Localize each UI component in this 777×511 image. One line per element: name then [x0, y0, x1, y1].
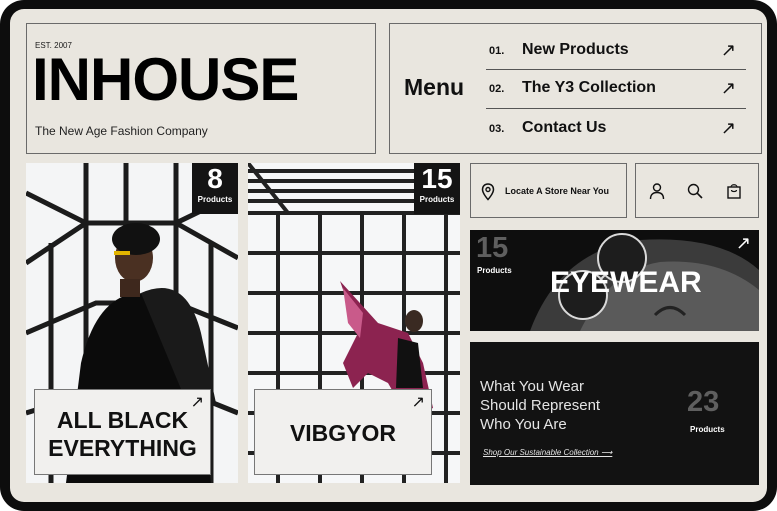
eyewear-count: 15	[476, 232, 509, 264]
product-count-badge: 8 Products	[192, 163, 238, 214]
slogan-line: What You Wear	[480, 378, 584, 395]
menu-item-number: 01.	[489, 45, 505, 57]
menu-item-number: 03.	[489, 123, 505, 135]
device-frame: EST. 2007 INHOUSE The New Age Fashion Co…	[0, 0, 777, 511]
sustainable-collection-panel: What You Wear Should Represent Who You A…	[470, 342, 759, 485]
store-locator-button[interactable]: Locate A Store Near You	[470, 163, 627, 218]
menu-label: Menu	[404, 74, 465, 100]
caption-title: VIBGYOR	[289, 420, 397, 446]
menu-item-label: New Products	[522, 41, 629, 58]
slogan-line: Should Represent	[480, 397, 601, 414]
product-count-label: Products	[197, 195, 233, 204]
arrow-up-right-icon: ↗	[735, 233, 751, 253]
menu-item-y3-collection[interactable]: 02. The Y3 Collection ↗	[486, 70, 746, 108]
shopping-bag-icon[interactable]	[725, 182, 743, 200]
caption-line: ALL BLACK	[56, 407, 189, 433]
arrow-up-right-icon: ↗	[411, 394, 425, 411]
header-icons-panel	[635, 163, 759, 218]
arrow-up-right-icon: ↗	[720, 118, 736, 138]
sustainable-count-label: Products	[690, 425, 725, 434]
menu-item-number: 02.	[489, 83, 505, 95]
vibgyor-card[interactable]: 15 Products ↗ VIBGYOR	[248, 163, 460, 483]
brand-panel: EST. 2007 INHOUSE The New Age Fashion Co…	[26, 23, 376, 154]
menu-item-new-products[interactable]: 01. New Products ↗	[486, 32, 746, 70]
product-count-badge: 15 Products	[414, 163, 460, 214]
eyewear-count-label: Products	[477, 266, 512, 275]
sustainable-count: 23	[687, 386, 720, 418]
product-count-label: Products	[419, 195, 455, 204]
caption-line: EVERYTHING	[48, 435, 197, 461]
product-count: 8	[207, 163, 223, 194]
sustainable-collection-link[interactable]: Shop Our Sustainable Collection ⟶	[483, 448, 612, 457]
search-icon[interactable]	[686, 182, 704, 200]
store-locator-label: Locate A Store Near You	[505, 186, 610, 196]
slogan-line: Who You Are	[480, 416, 567, 433]
menu-item-contact-us[interactable]: 03. Contact Us ↗	[486, 110, 746, 148]
arrow-up-right-icon: ↗	[720, 78, 736, 98]
user-icon[interactable]	[648, 182, 666, 200]
arrow-up-right-icon: ↗	[720, 40, 736, 60]
eyewear-title: EYEWEAR	[550, 266, 702, 299]
page: EST. 2007 INHOUSE The New Age Fashion Co…	[10, 9, 767, 502]
menu-divider	[486, 108, 746, 109]
menu-panel: Menu 01. New Products ↗ 02. The Y3 Colle…	[389, 23, 762, 154]
menu-item-label: The Y3 Collection	[522, 79, 656, 96]
menu-item-label: Contact Us	[522, 119, 607, 136]
eyewear-banner[interactable]: 15 Products EYEWEAR ↗	[470, 230, 759, 331]
arrow-up-right-icon: ↗	[190, 394, 204, 411]
vibgyor-caption[interactable]: ↗ VIBGYOR	[254, 389, 432, 475]
all-black-card[interactable]: 8 Products ↗ ALL BLACK EVERYTHING	[26, 163, 238, 483]
brand-logo[interactable]: INHOUSE	[32, 44, 299, 116]
tagline: The New Age Fashion Company	[35, 124, 208, 138]
product-count: 15	[421, 163, 453, 194]
map-pin-icon	[481, 183, 495, 201]
all-black-caption[interactable]: ↗ ALL BLACK EVERYTHING	[34, 389, 211, 475]
